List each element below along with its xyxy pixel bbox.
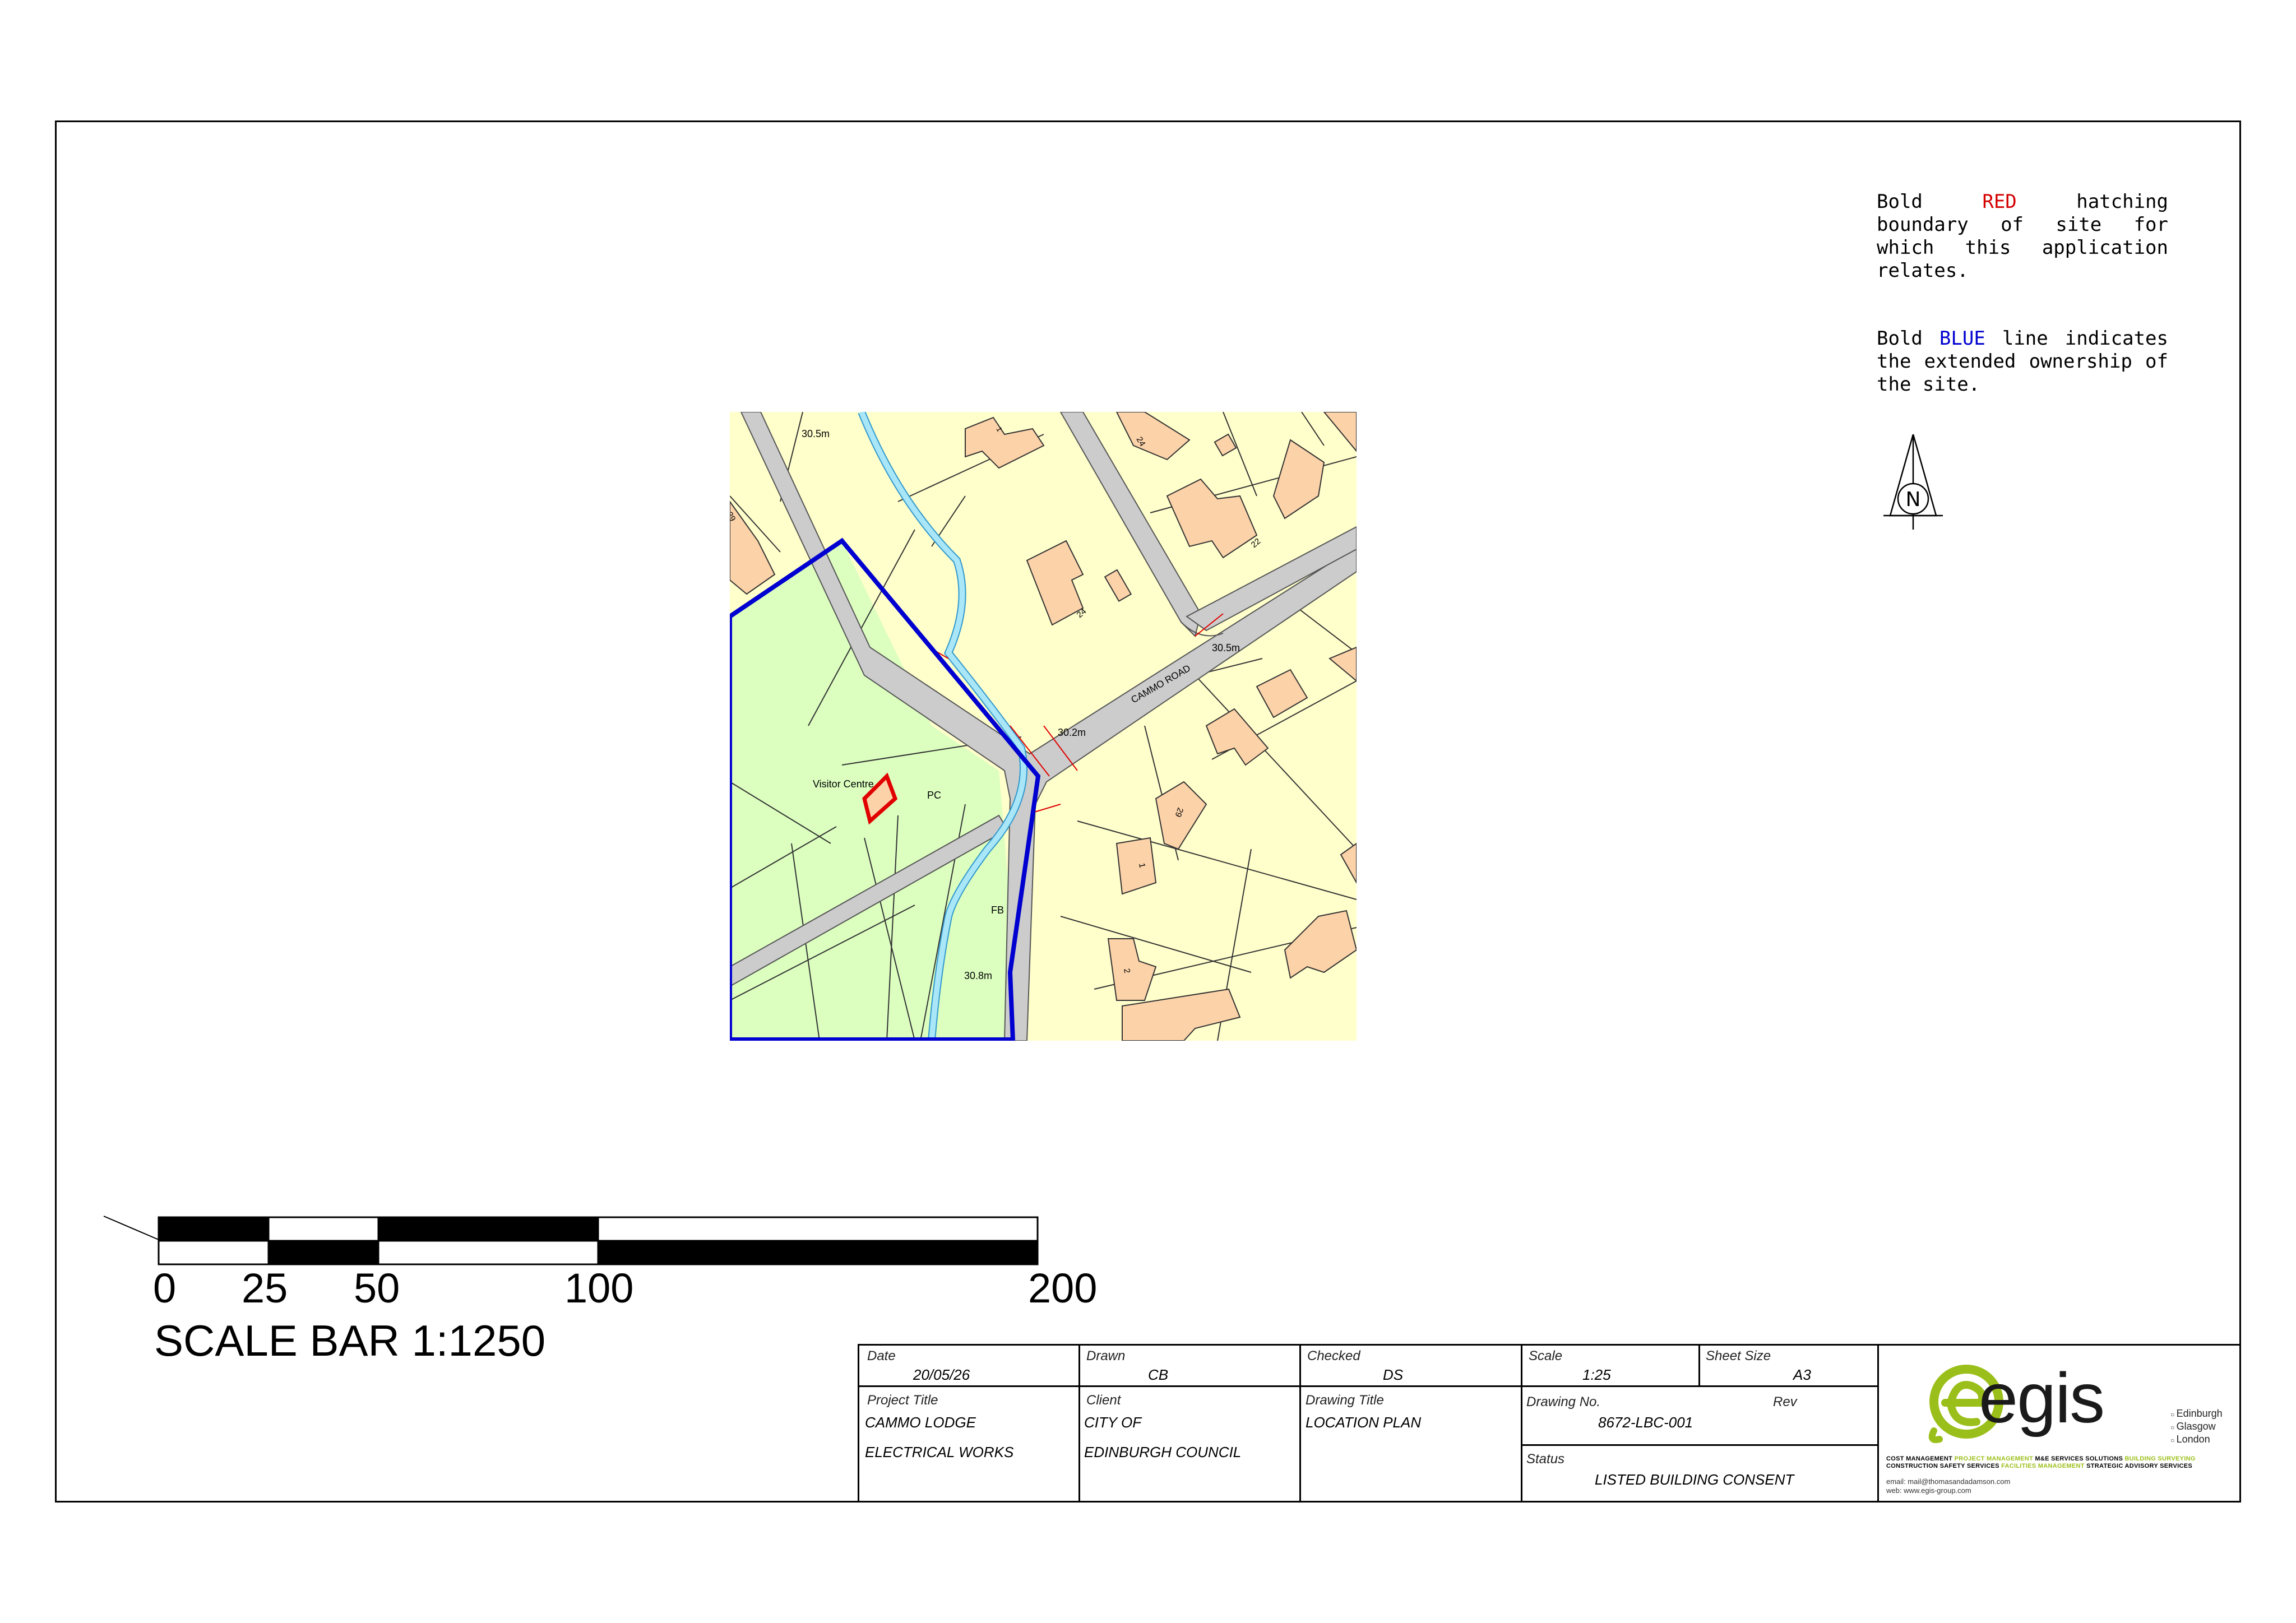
project-title-label: Project Title xyxy=(867,1393,938,1408)
visitor-centre-label: Visitor Centre xyxy=(813,778,874,790)
status-label: Status xyxy=(1526,1452,1565,1467)
scale-tick-label: 50 xyxy=(354,1265,400,1311)
checked-value: DS xyxy=(1383,1366,1404,1383)
legend-red-note: Bold RED hatching boundary of site for w… xyxy=(1877,191,2168,282)
scale-tick-label: 25 xyxy=(242,1265,288,1311)
company-services: COST MANAGEMENT PROJECT MANAGEMENT M&E S… xyxy=(1886,1455,2196,1469)
legend: Bold RED hatching boundary of site for w… xyxy=(1877,191,2168,441)
legend-red-word: RED xyxy=(1982,191,2017,213)
checked-label: Checked xyxy=(1307,1348,1360,1364)
status-value: LISTED BUILDING CONSENT xyxy=(1595,1471,1794,1488)
scale-tick-label: 100 xyxy=(564,1265,634,1311)
company-email: email: mail@thomasandadamson.com xyxy=(1886,1477,2011,1486)
level-label: 30.5m xyxy=(1212,642,1240,653)
project-title-line1: CAMMO LODGE xyxy=(865,1414,976,1431)
client-label: Client xyxy=(1086,1393,1121,1408)
scale-title: SCALE BAR 1:1250 xyxy=(154,1316,546,1365)
drawing-no-value: 8672-LBC-001 xyxy=(1598,1414,1693,1431)
north-letter: N xyxy=(1906,488,1921,511)
client-line2: EDINBURGH COUNCIL xyxy=(1084,1444,1242,1460)
drawing-no-label: Drawing No. xyxy=(1526,1394,1601,1409)
scale-label: Scale xyxy=(1529,1348,1563,1364)
office-location: Glasgow xyxy=(2170,1421,2216,1433)
scale-tick-label: 0 xyxy=(153,1265,177,1311)
rev-label: Rev xyxy=(1773,1394,1797,1409)
drawing-title-value: LOCATION PLAN xyxy=(1306,1414,1422,1431)
office-location: London xyxy=(2170,1434,2210,1446)
level-label: 30.5m xyxy=(802,428,830,439)
title-block: Date 20/05/26 Drawn CB Checked DS Scale … xyxy=(858,1344,1879,1503)
legend-blue-note: Bold BLUE line indicates the extended ow… xyxy=(1877,327,2168,396)
date-value: 20/05/26 xyxy=(913,1366,970,1383)
project-title-line2: ELECTRICAL WORKS xyxy=(865,1444,1014,1460)
level-label: 30.2m xyxy=(1058,727,1086,738)
office-location: Edinburgh xyxy=(2170,1408,2223,1420)
client-line1: CITY OF xyxy=(1084,1414,1142,1431)
company-name: egis xyxy=(1979,1358,2105,1437)
fb-label: FB xyxy=(991,905,1004,916)
level-label: 30.8m xyxy=(964,970,992,981)
sheet-size-value: A3 xyxy=(1793,1366,1811,1383)
date-label: Date xyxy=(867,1348,896,1364)
scale-tick-label: 200 xyxy=(1028,1265,1098,1311)
scale-value: 1:25 xyxy=(1582,1366,1611,1383)
pc-label: PC xyxy=(927,790,941,801)
sheet-size-label: Sheet Size xyxy=(1706,1348,1771,1364)
drawn-label: Drawn xyxy=(1086,1348,1126,1364)
drawn-value: CB xyxy=(1148,1366,1169,1383)
company-web: web: www.egis-group.com xyxy=(1886,1486,1971,1495)
drawing-title-label: Drawing Title xyxy=(1306,1393,1384,1408)
legend-blue-word: BLUE xyxy=(1939,327,1985,350)
north-arrow-icon: N xyxy=(1883,434,1943,530)
location-map: 30.5m 30.5m 30.2m 30.8m Visitor Centre P… xyxy=(730,412,1357,1041)
